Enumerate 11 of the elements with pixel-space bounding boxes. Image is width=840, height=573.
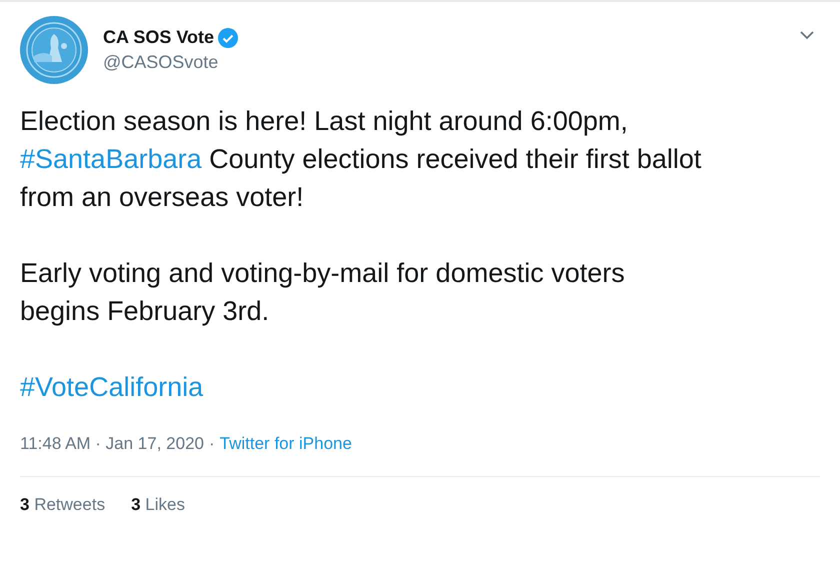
tweet-timestamp[interactable]: 11:48 AM · Jan 17, 2020 [20,434,204,454]
hashtag-link[interactable]: #SantaBarbara [20,144,202,174]
tweet-text: Early voting and voting-by-mail for domestic voters begins February 3rd. [20,257,626,328]
stat-link[interactable]: 3 Retweets [20,495,106,515]
hashtag-link[interactable]: #VoteCalifornia [20,372,204,402]
source-link[interactable]: Twitter for iPhone [220,434,352,454]
stat-link[interactable]: 3 Likes [131,495,185,515]
account-handle[interactable]: @CASOSvote [103,52,783,73]
separator-dot: · [208,434,215,454]
account-name[interactable]: CA SOS Vote [103,27,214,48]
tweet-text: Election season is here! Last night around 6:00pm, #SantaBarbara County elections received their first ballot from an overseas voter! [20,105,702,214]
